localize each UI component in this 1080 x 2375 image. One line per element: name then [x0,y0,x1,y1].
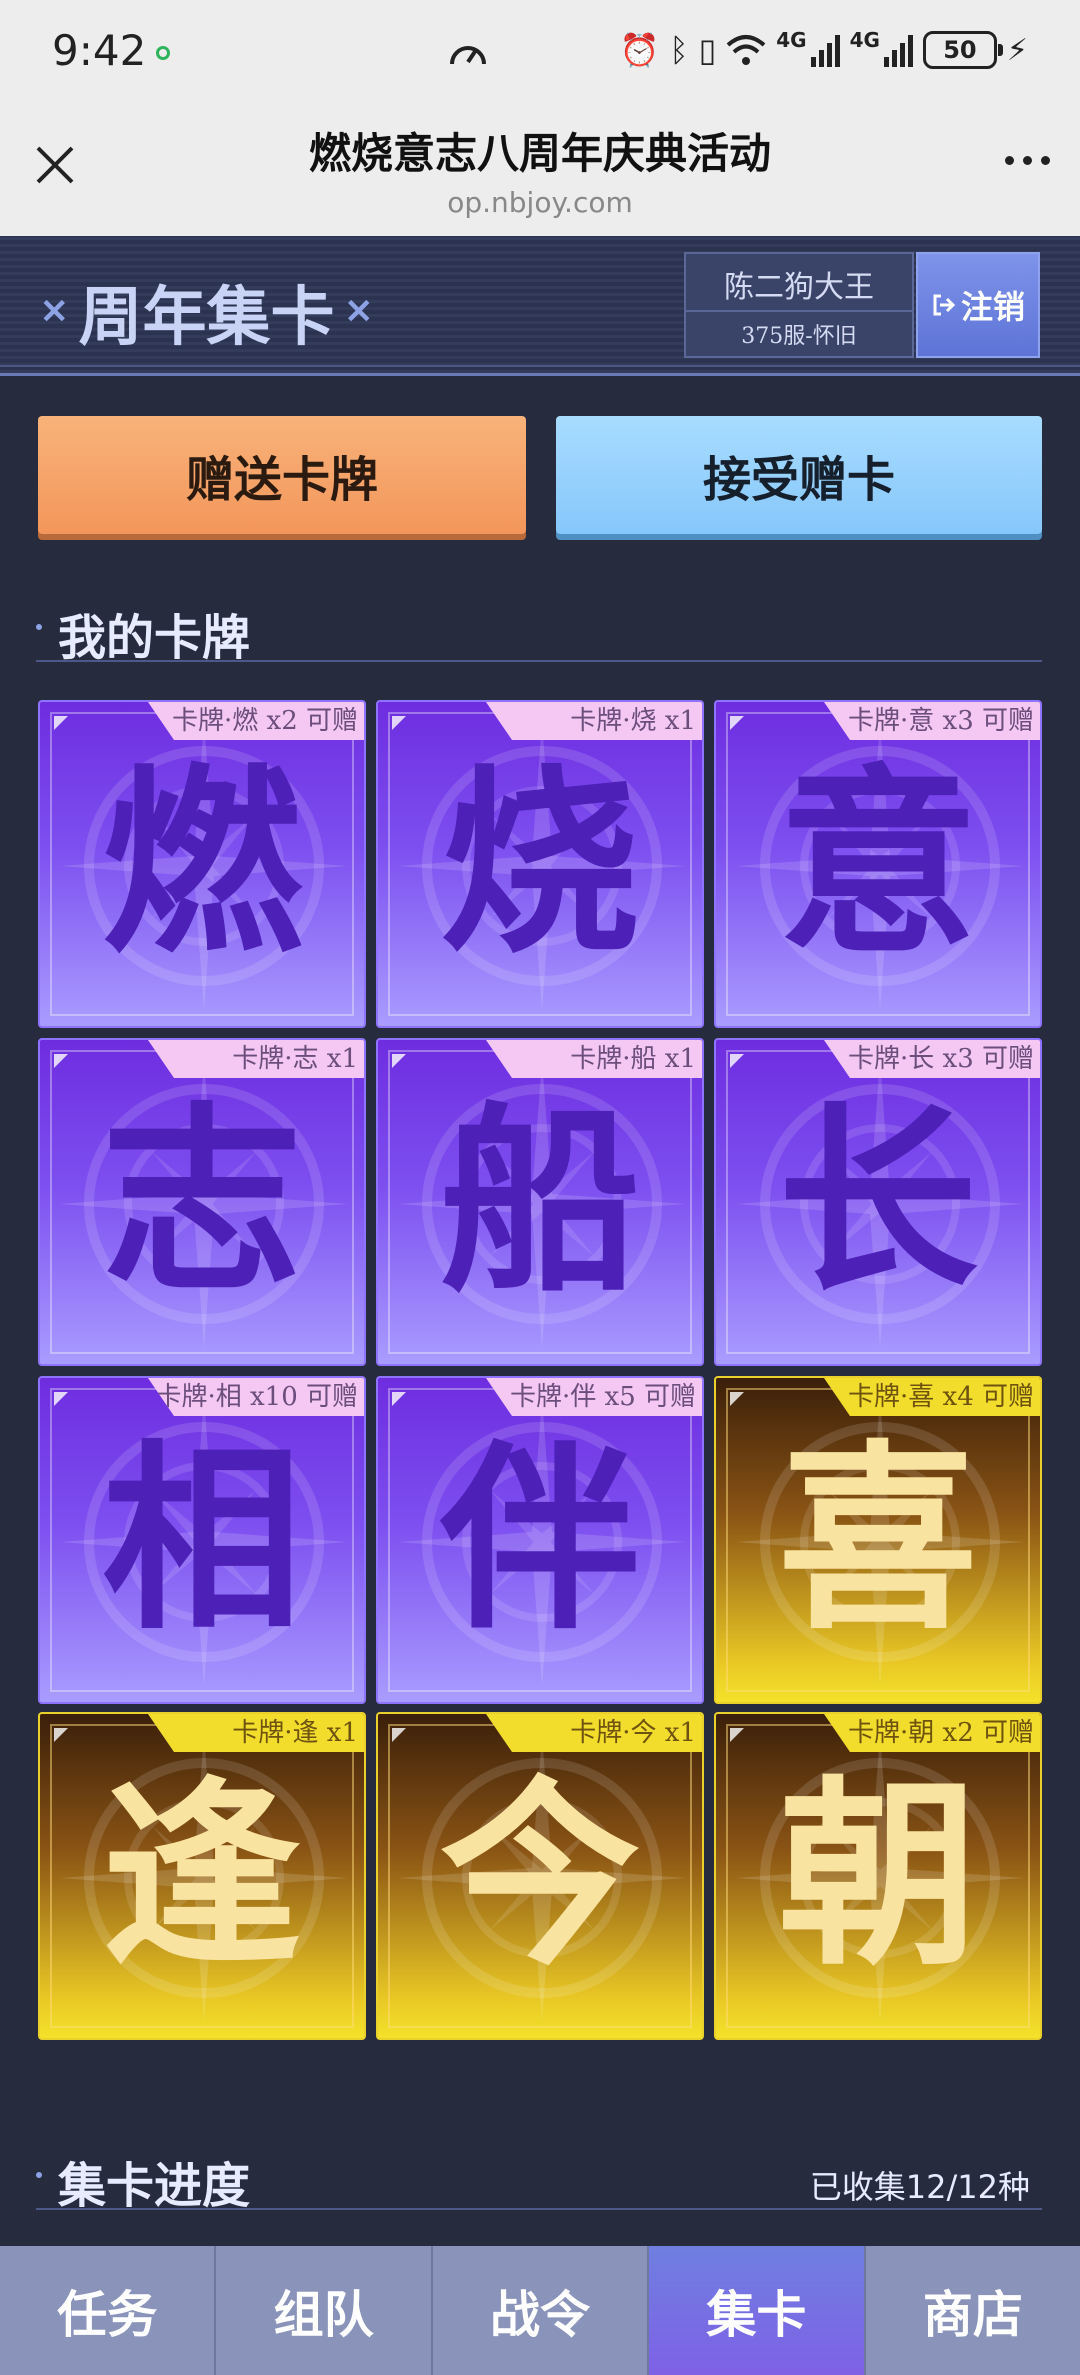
card-glyph: 今 [439,1758,640,1993]
page-title: 燃烧意志八周年庆典活动 [308,129,771,178]
network-label-1: 4G [776,28,807,52]
more-options-icon[interactable] [1005,156,1050,165]
gift-card-button[interactable]: 赠送卡牌 [38,416,526,534]
receive-card-button[interactable]: 接受赠卡 [556,416,1042,534]
card-item[interactable]: 卡牌·意 x3 可赠意 [714,700,1042,1028]
card-item[interactable]: 卡牌·逢 x1 逢 [38,1712,366,2040]
nav-tab[interactable]: 商店 [866,2246,1080,2375]
corner-icon [392,1054,406,1068]
nav-tab[interactable]: 任务 [0,2246,217,2375]
corner-icon [54,1392,68,1406]
progress-header: 集卡进度 已收集12/12种 [36,2140,1042,2214]
card-glyph: 燃 [101,746,302,981]
header-banner: ✕ 周年集卡 ✕ 陈二狗大王 375服-怀旧 注销 [0,236,1080,376]
user-name: 陈二狗大王 [724,270,874,305]
logout-label: 注销 [960,288,1025,326]
card-glyph: 意 [777,746,978,981]
signal-icon [810,33,840,67]
banner-title-text: 周年集卡 [78,280,335,355]
vibrate-icon: ▯ [698,31,717,69]
nav-tab[interactable]: 组队 [216,2246,433,2375]
card-item[interactable]: 卡牌·伴 x5 可赠伴 [376,1376,704,1704]
section-title: 集卡进度 [58,2158,251,2214]
card-item[interactable]: 卡牌·喜 x4 可赠喜 [714,1376,1042,1704]
corner-icon [730,716,744,730]
card-glyph: 伴 [439,1422,640,1657]
card-grid: 卡牌·燃 x2 可赠燃卡牌·烧 x1 烧卡牌·意 x3 可赠意卡牌·志 x1 志卡牌… [38,700,1042,2046]
card-glyph: 船 [439,1084,640,1319]
card-item[interactable]: 卡牌·今 x1 今 [376,1712,704,2040]
battery-icon: 50 [922,31,1003,69]
user-info: 陈二狗大王 375服-怀旧 [684,252,914,358]
card-glyph: 逢 [101,1758,302,1993]
corner-icon [54,1054,68,1068]
corner-icon [730,1728,744,1742]
corner-icon [392,1728,406,1742]
card-glyph: 长 [777,1084,978,1319]
divider [686,310,912,312]
corner-icon [392,1392,406,1406]
card-item[interactable]: 卡牌·朝 x2 可赠朝 [714,1712,1042,2040]
corner-icon [54,716,68,730]
corner-icon [54,1728,68,1742]
bullet-icon [36,2172,42,2178]
card-item[interactable]: 卡牌·相 x10 可赠相 [38,1376,366,1704]
card-glyph: 相 [101,1422,302,1657]
status-bar: 9:42 ⏰ ᛒ ▯ 4G 4G 50 ⚡ [0,0,1080,108]
card-glyph: 朝 [777,1758,978,1993]
nav-tab[interactable]: 集卡 [649,2246,866,2375]
card-item[interactable]: 卡牌·燃 x2 可赠燃 [38,700,366,1028]
signal-icon [883,33,913,67]
bluetooth-icon: ᛒ [669,31,689,69]
card-item[interactable]: 卡牌·船 x1 船 [376,1038,704,1366]
sparkle-icon: ✕ [40,292,69,332]
card-glyph: 烧 [439,746,640,981]
browser-title-bar: 燃烧意志八周年庆典活动 op.nbjoy.com [0,108,1080,236]
status-icons: ⏰ ᛒ ▯ 4G 4G 50 ⚡ [620,26,1028,74]
card-item[interactable]: 卡牌·长 x3 可赠长 [714,1038,1042,1366]
status-time: 9:42 [52,26,147,75]
card-glyph: 喜 [777,1422,978,1657]
corner-icon [392,716,406,730]
section-title: 我的卡牌 [58,610,251,666]
card-item[interactable]: 卡牌·烧 x1 烧 [376,700,704,1028]
notification-dot-icon [156,46,170,60]
bottom-nav: 任务 组队 战令 集卡 商店 [0,2246,1080,2375]
wifi-icon [726,35,766,65]
bullet-icon [36,624,42,630]
card-item[interactable]: 卡牌·志 x1 志 [38,1038,366,1366]
nav-tab[interactable]: 战令 [433,2246,650,2375]
alarm-icon: ⏰ [619,31,660,69]
corner-icon [730,1392,744,1406]
user-server: 375服-怀旧 [741,324,857,349]
sparkle-icon: ✕ [344,292,374,332]
speedometer-icon [450,46,486,65]
corner-icon [730,1054,744,1068]
logout-icon [933,294,956,316]
card-glyph: 志 [101,1084,302,1319]
my-cards-header: 我的卡牌 [36,592,1042,666]
logout-button[interactable]: 注销 [916,252,1040,358]
charging-icon: ⚡ [1006,32,1028,68]
network-label-2: 4G [849,28,880,52]
collection-count: 已收集12/12种 [809,2168,1030,2206]
banner-title: ✕ 周年集卡 ✕ [40,266,373,358]
page-url: op.nbjoy.com [447,186,633,219]
